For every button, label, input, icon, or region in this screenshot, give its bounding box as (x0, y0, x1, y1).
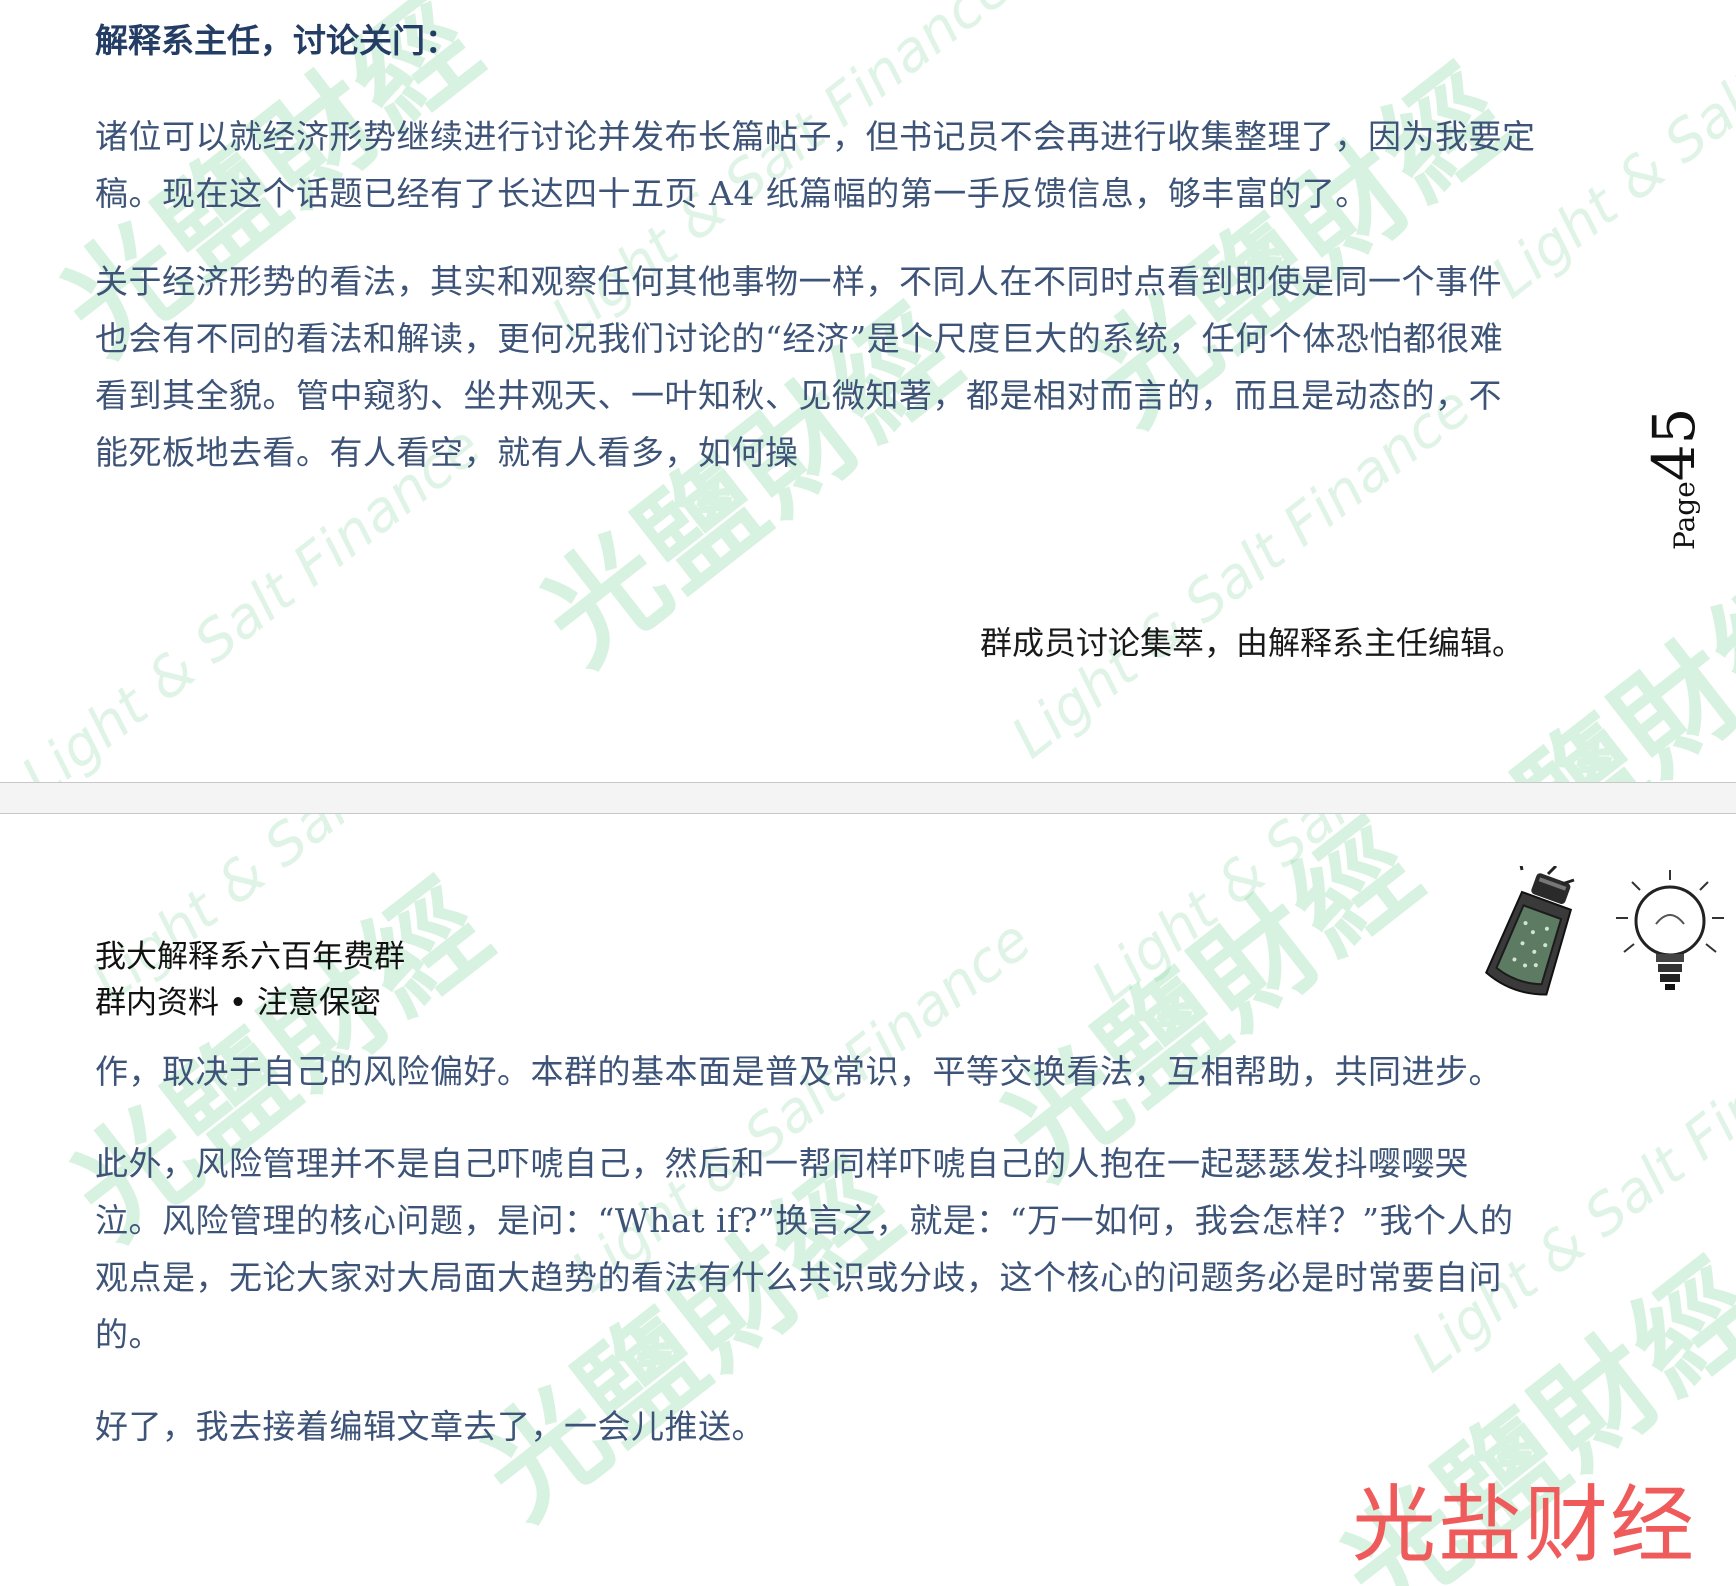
salt-shaker-icon (1485, 859, 1724, 996)
top-page-body: 解释系主任，讨论关门： 诸位可以就经济形势继续进行讨论并发布长篇帖子，但书记员不… (95, 18, 1585, 481)
document-page-45: 光鹽財經 光鹽財經 光鹽財經 光鹽財經 Light & Salt Finance… (0, 0, 1736, 782)
bottom-page-body: 作，取决于自己的风险偏好。本群的基本面是普及常识，平等交换看法，互相帮助，共同进… (95, 1043, 1555, 1455)
brand-watermark-text: 光盐财经 (1352, 1476, 1697, 1574)
paragraph: 作，取决于自己的风险偏好。本群的基本面是普及常识，平等交换看法，互相帮助，共同进… (95, 1052, 1502, 1091)
paragraph: 此外，风险管理并不是自己吓唬自己，然后和一帮同样吓唬自己的人抱在一起瑟瑟发抖嘤嘤… (95, 1144, 1514, 1354)
paragraph: 关于经济形势的看法，其实和观察任何其他事物一样，不同人在不同时点看到即使是同一个… (95, 262, 1504, 472)
confidential-notice: 群内资料 • 注意保密 (95, 985, 381, 1021)
page-label: Page (1668, 481, 1701, 550)
header-icons (1470, 859, 1730, 1020)
group-name: 我大解释系六百年费群 (95, 939, 405, 975)
lightbulb-icon (1616, 870, 1724, 990)
page-separator (0, 782, 1736, 814)
paragraph: 诸位可以就经济形势继续进行讨论并发布长篇帖子，但书记员不会再进行收集整理了，因为… (95, 117, 1536, 213)
page-number: Page45 (1640, 390, 1708, 550)
signature-line: 群成员讨论集萃，由解释系主任编辑。 (979, 624, 1524, 662)
section-heading: 解释系主任，讨论关门： (95, 21, 458, 60)
paragraph: 好了，我去接着编辑文章去了，一会儿推送。 (95, 1407, 765, 1446)
page-header: 我大解释系六百年费群 群内资料 • 注意保密 (95, 934, 405, 1026)
page-number-value: 45 (1640, 407, 1708, 482)
